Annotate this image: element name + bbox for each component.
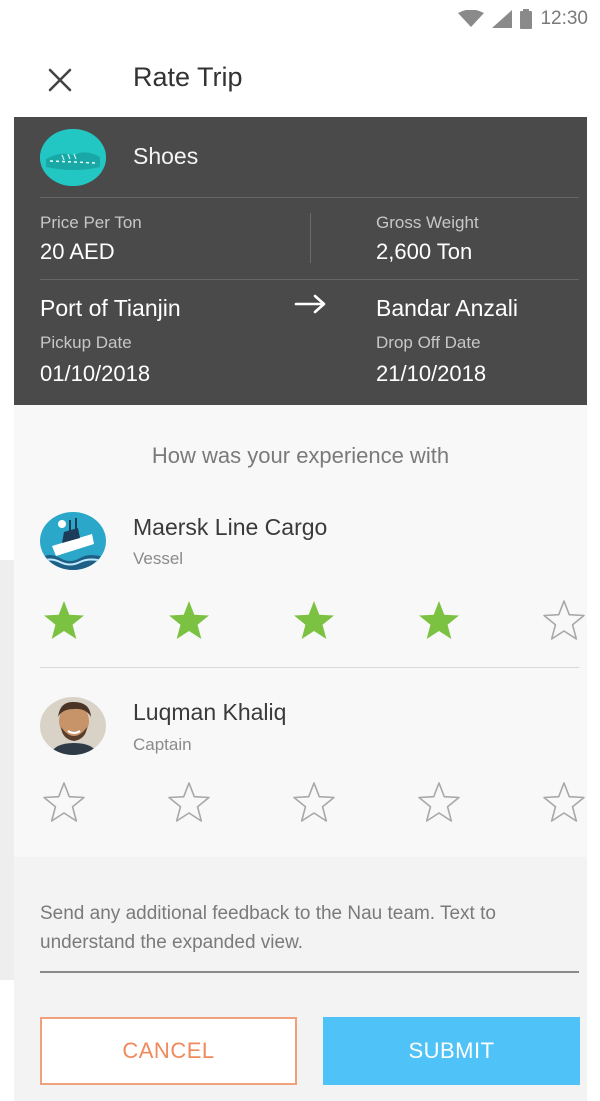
shoe-icon	[40, 129, 106, 186]
app-bar: Rate Trip	[0, 44, 600, 116]
dropoff-label: Drop Off Date	[376, 333, 481, 352]
pickup-date: 01/10/2018	[40, 361, 151, 386]
rating-prompt: How was your experience with	[151, 443, 450, 468]
status-time: 12:30	[540, 8, 588, 29]
vessel-star-rating[interactable]	[40, 597, 588, 645]
close-button[interactable]	[38, 58, 82, 102]
wifi-icon	[458, 10, 485, 28]
dropoff-date: 21/10/2018	[376, 361, 487, 386]
status-bar: 12:30	[0, 0, 600, 44]
captain-avatar	[40, 697, 106, 755]
star-filled-icon[interactable]	[290, 597, 338, 645]
weight-value: 2,600 Ton	[376, 239, 473, 264]
captain-role: Captain	[133, 735, 192, 754]
weight-label: Gross Weight	[376, 213, 479, 232]
star-empty-icon[interactable]	[415, 779, 463, 827]
price-label: Price Per Ton	[40, 213, 142, 232]
page-title: Rate Trip	[133, 62, 243, 92]
close-icon	[48, 68, 72, 92]
product-avatar	[40, 129, 106, 186]
vessel-name: Maersk Line Cargo	[133, 514, 328, 540]
product-row: Shoes	[14, 117, 587, 197]
ship-icon	[40, 512, 106, 570]
submit-button[interactable]: SUBMIT	[323, 1017, 580, 1085]
star-empty-icon[interactable]	[40, 779, 88, 827]
person-icon	[40, 697, 106, 755]
vertical-divider	[310, 213, 311, 263]
origin-port: Port of Tianjin	[40, 295, 181, 321]
price-value: 20 AED	[40, 239, 115, 264]
feedback-underline	[40, 971, 579, 973]
arrow-right-icon	[294, 294, 326, 314]
divider	[40, 667, 579, 668]
rating-section: How was your experience with Maersk Line…	[14, 405, 587, 857]
cancel-button[interactable]: CANCEL	[40, 1017, 297, 1085]
vessel-role: Vessel	[133, 549, 184, 568]
battery-icon	[520, 9, 533, 29]
feedback-section: Send any additional feedback to the Nau …	[14, 857, 587, 1101]
destination-port: Bandar Anzali	[376, 295, 518, 321]
vessel-avatar	[40, 512, 106, 570]
pickup-label: Pickup Date	[40, 333, 132, 352]
captain-name: Luqman Khaliq	[133, 699, 287, 725]
star-filled-icon[interactable]	[40, 597, 88, 645]
trip-summary-card: Shoes Price Per Ton 20 AED Gross Weight …	[14, 117, 587, 405]
star-empty-icon[interactable]	[165, 779, 213, 827]
background-accent	[0, 560, 14, 980]
feedback-input[interactable]: Send any additional feedback to the Nau …	[40, 899, 580, 957]
signal-icon	[492, 10, 513, 28]
star-filled-icon[interactable]	[415, 597, 463, 645]
star-empty-icon[interactable]	[540, 779, 588, 827]
divider	[40, 197, 579, 198]
divider	[40, 279, 579, 280]
captain-star-rating[interactable]	[40, 779, 588, 827]
star-empty-icon[interactable]	[290, 779, 338, 827]
star-filled-icon[interactable]	[165, 597, 213, 645]
star-empty-icon[interactable]	[540, 597, 588, 645]
product-name: Shoes	[133, 143, 199, 169]
